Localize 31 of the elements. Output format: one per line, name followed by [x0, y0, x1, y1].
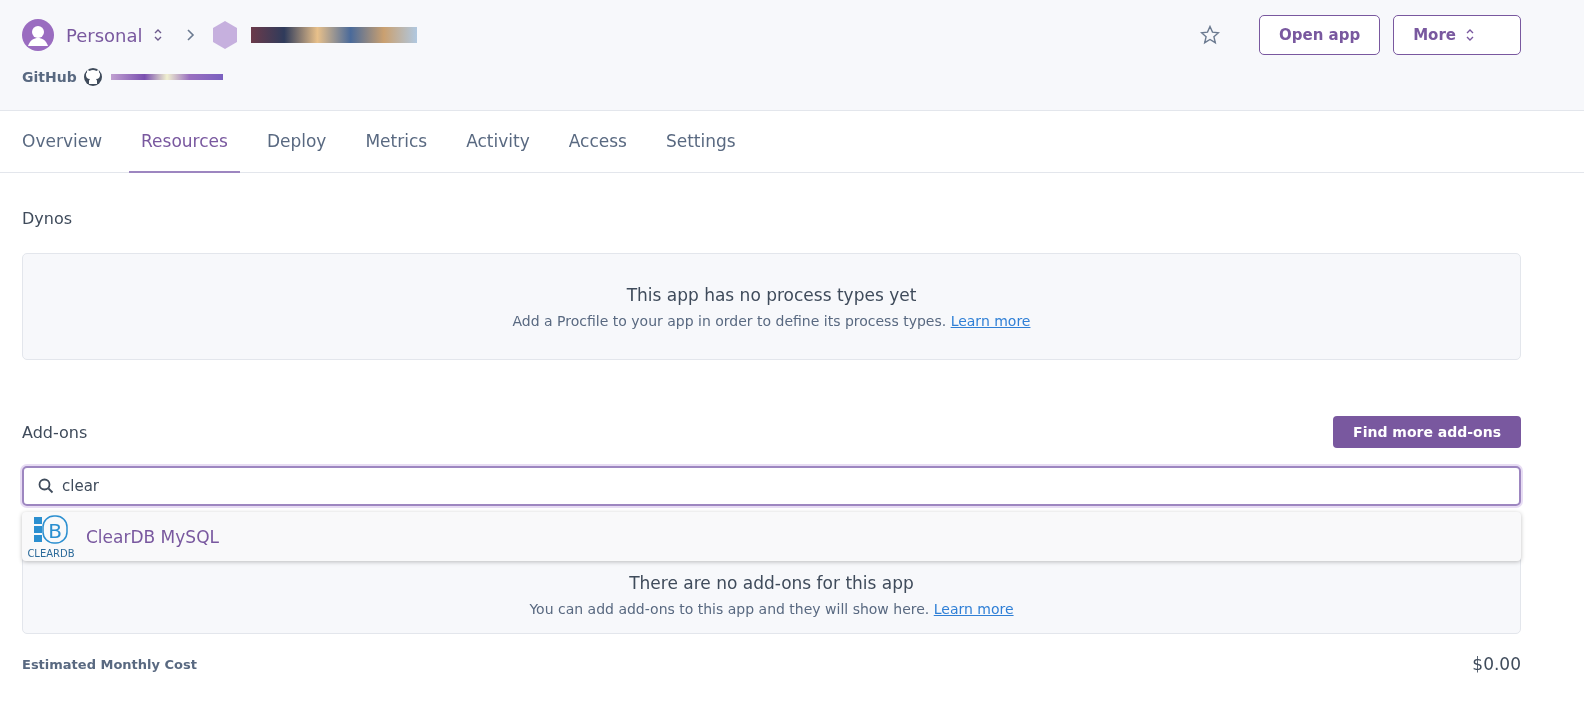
tab[interactable]: Activity: [454, 111, 542, 173]
section-title: Dynos: [22, 209, 74, 228]
learn-more-link[interactable]: Learn more: [950, 312, 1031, 329]
github-icon: [82, 67, 103, 87]
chevron-updown-icon: [152, 28, 163, 42]
tab[interactable]: Resources: [129, 111, 240, 173]
open-app-button[interactable]: Open app: [1259, 15, 1381, 55]
chevron-updown-icon: [1465, 28, 1475, 42]
cost-label: Estimated Monthly Cost: [22, 656, 197, 672]
more-button[interactable]: More: [1393, 15, 1521, 55]
result-item[interactable]: B CLEARDB ClearDB MySQL: [22, 512, 1521, 561]
tab[interactable]: Settings: [653, 111, 748, 173]
tab[interactable]: Metrics: [353, 111, 440, 173]
tab[interactable]: Deploy: [254, 111, 339, 173]
section-title: Add-ons: [22, 422, 88, 442]
find-addons-button[interactable]: Find more add-ons: [1333, 416, 1521, 448]
learn-more-link[interactable]: Learn more: [933, 601, 1014, 617]
chevron-right-icon: [184, 28, 195, 42]
source-label: GitHub: [22, 69, 77, 85]
tab[interactable]: Overview: [22, 111, 115, 173]
hexagon-icon: [210, 20, 239, 50]
team-selector[interactable]: Personal: [66, 24, 143, 46]
avatar-icon: [22, 19, 54, 51]
empty-text: You can add add-ons to this app and they will show here. Learn more: [529, 601, 1014, 617]
tab[interactable]: Access: [556, 111, 639, 173]
empty-title: There are no add-ons for this app: [629, 573, 914, 593]
search-field[interactable]: clear: [22, 466, 1521, 506]
empty-title: This app has no process types yet: [626, 284, 917, 305]
empty-text: Add a Procfile to your app in order to define its process types. Learn more: [512, 312, 1031, 329]
star-icon: [1200, 25, 1220, 45]
cost-value: $0.00: [1472, 654, 1521, 674]
